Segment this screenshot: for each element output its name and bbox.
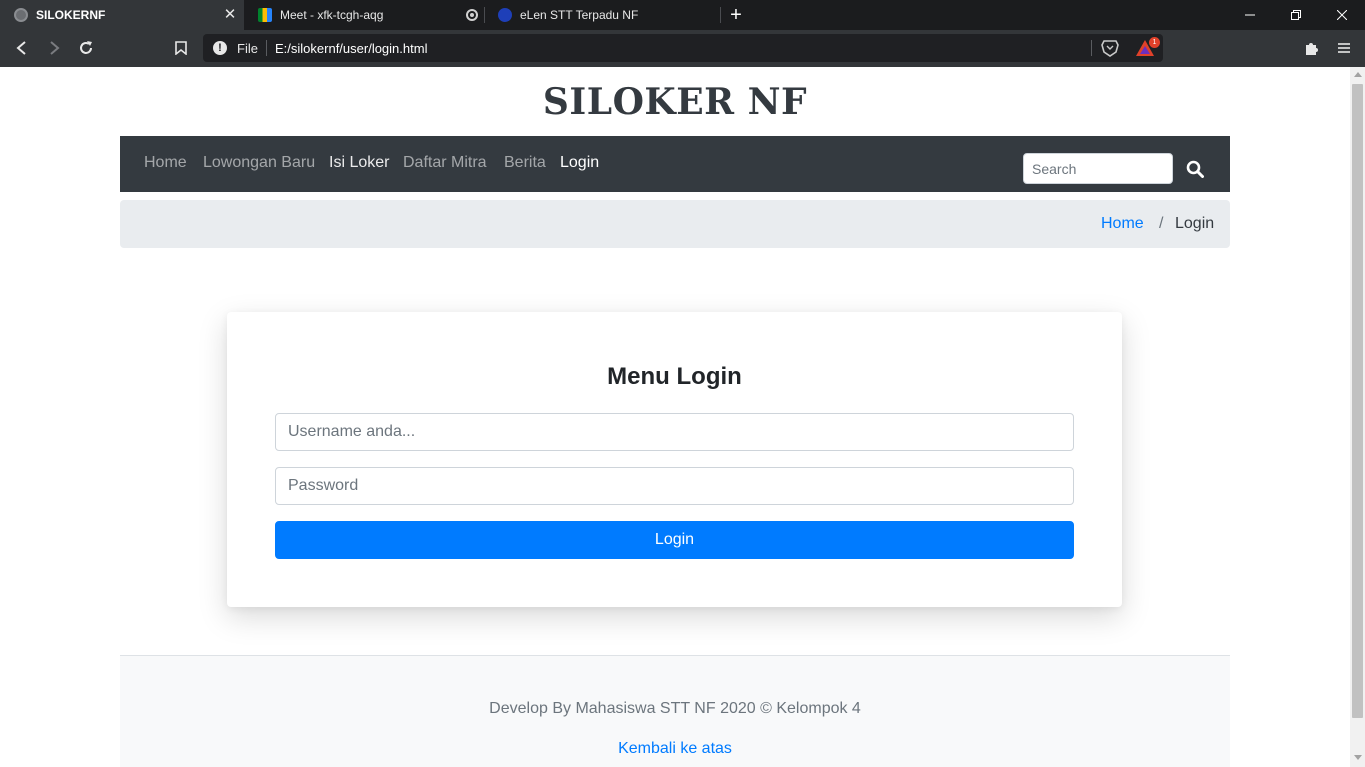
login-card: Menu Login Login <box>227 312 1122 607</box>
google-meet-icon <box>258 8 272 22</box>
browser-menu-button[interactable] <box>1332 36 1356 60</box>
minimize-button[interactable] <box>1227 0 1273 30</box>
search-icon <box>1186 160 1204 178</box>
login-title: Menu Login <box>607 363 742 390</box>
brave-shields-icon[interactable] <box>1101 39 1119 57</box>
page-scrollbar[interactable] <box>1350 67 1365 767</box>
address-bar[interactable]: ! File E:/silokernf/user/login.html 1 <box>203 34 1163 62</box>
tab-title: SILOKERNF <box>36 8 106 22</box>
restore-button[interactable] <box>1273 0 1319 30</box>
minimize-icon <box>1245 14 1255 16</box>
restore-icon <box>1291 10 1301 20</box>
tab-google-meet[interactable]: Meet - xfk-tcgh-aqg <box>244 0 484 30</box>
nav-berita[interactable]: Berita <box>504 154 546 172</box>
bookmark-button[interactable] <box>169 36 193 60</box>
footer-credit: Develop By Mahasiswa STT NF 2020 © Kelom… <box>489 700 861 717</box>
password-field[interactable] <box>275 467 1074 505</box>
back-arrow-icon <box>16 41 26 55</box>
elen-icon <box>498 8 512 22</box>
close-icon[interactable]: ✕ <box>222 7 238 23</box>
omnibox-divider <box>1091 40 1092 56</box>
login-button[interactable]: Login <box>275 521 1074 559</box>
nav-daftar-mitra[interactable]: Daftar Mitra <box>403 154 487 172</box>
username-field[interactable] <box>275 413 1074 451</box>
close-window-button[interactable] <box>1319 0 1365 30</box>
omnibox-divider <box>266 40 267 56</box>
back-button[interactable] <box>10 36 34 60</box>
nav-isi-loker[interactable]: Isi Loker <box>329 154 389 172</box>
browser-tab-bar: SILOKERNF ✕ Meet - xfk-tcgh-aqg eLen STT… <box>0 0 1365 30</box>
breadcrumb-home-link[interactable]: Home <box>1101 215 1144 233</box>
reload-button[interactable] <box>74 36 98 60</box>
forward-arrow-icon <box>50 41 60 55</box>
scroll-up-arrow-icon[interactable] <box>1354 72 1362 77</box>
main-navbar: Home Lowongan Baru Isi Loker Daftar Mitr… <box>120 136 1230 192</box>
reload-icon <box>80 41 92 54</box>
bookmark-icon <box>175 41 187 55</box>
new-tab-button[interactable]: + <box>726 5 746 25</box>
back-to-top-link[interactable]: Kembali ke atas <box>120 740 1230 758</box>
globe-icon <box>14 8 28 22</box>
search-button[interactable] <box>1182 156 1208 182</box>
breadcrumb-separator: / <box>1159 215 1164 232</box>
hamburger-icon <box>1338 43 1350 53</box>
url-text[interactable]: E:/silokernf/user/login.html <box>275 41 427 56</box>
site-brand: SILOKER NF <box>542 81 808 123</box>
tab-divider <box>720 7 721 23</box>
rewards-badge: 1 <box>1149 37 1160 48</box>
close-window-icon <box>1337 10 1347 20</box>
tab-title: eLen STT Terpadu NF <box>520 8 639 22</box>
recording-icon <box>466 9 478 21</box>
forward-button[interactable] <box>42 36 66 60</box>
tab-title: Meet - xfk-tcgh-aqg <box>280 8 384 22</box>
scroll-thumb[interactable] <box>1352 84 1363 718</box>
tab-silokernf[interactable]: SILOKERNF ✕ <box>0 0 244 30</box>
nav-login[interactable]: Login <box>560 154 599 172</box>
breadcrumb-current: Login <box>1175 215 1215 232</box>
nav-lowongan-baru[interactable]: Lowongan Baru <box>203 154 315 172</box>
tab-elen[interactable]: eLen STT Terpadu NF <box>484 0 720 30</box>
page-footer: Develop By Mahasiswa STT NF 2020 © Kelom… <box>120 655 1230 767</box>
breadcrumb: Home / Login <box>120 200 1230 248</box>
search-input[interactable] <box>1023 153 1173 184</box>
page-viewport: SILOKER NF Home Lowongan Baru Isi Loker … <box>0 67 1350 767</box>
puzzle-icon <box>1306 43 1318 55</box>
browser-toolbar: ! File E:/silokernf/user/login.html 1 <box>0 30 1365 67</box>
scheme-label: File <box>237 41 258 56</box>
extensions-button[interactable] <box>1300 36 1324 60</box>
nav-home[interactable]: Home <box>144 154 187 172</box>
info-icon[interactable]: ! <box>213 41 227 55</box>
scroll-down-arrow-icon[interactable] <box>1354 755 1362 760</box>
